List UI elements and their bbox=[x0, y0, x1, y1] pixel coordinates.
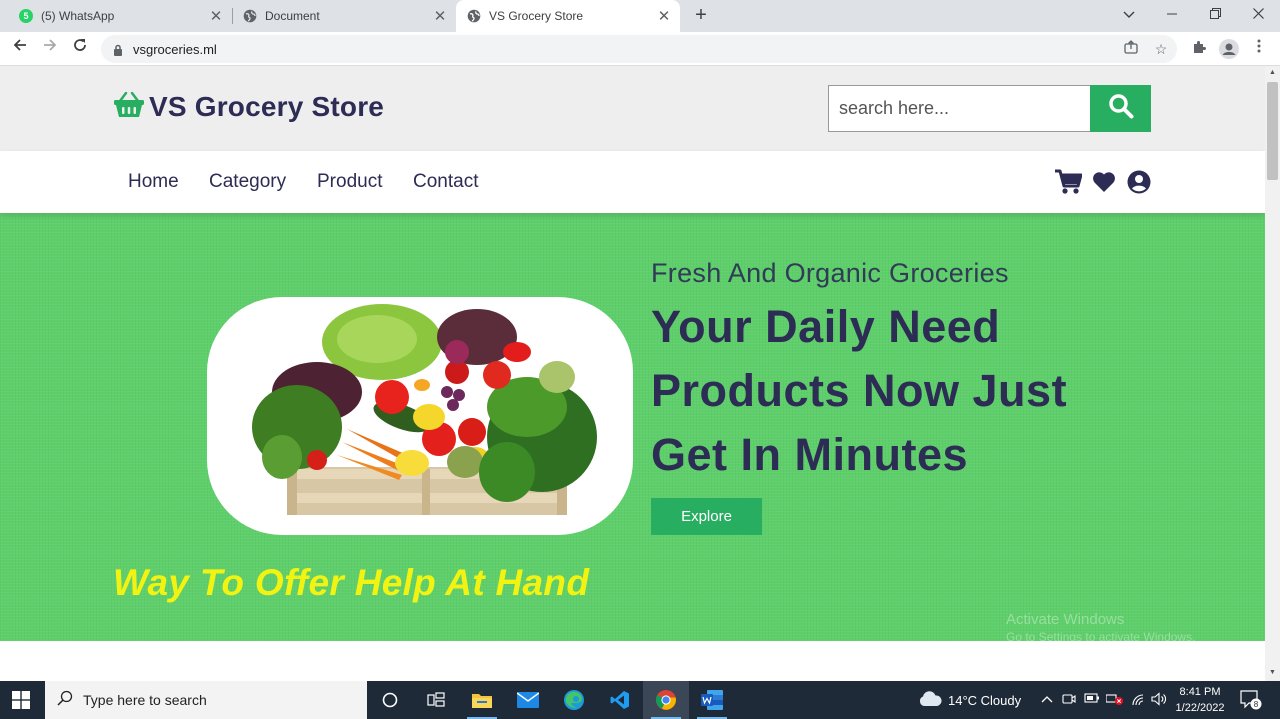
tab-title: (5) WhatsApp bbox=[41, 9, 115, 23]
browser-menu-icon[interactable] bbox=[1249, 39, 1269, 59]
vscode-icon[interactable] bbox=[597, 681, 643, 719]
shopping-cart-icon[interactable] bbox=[1054, 169, 1083, 200]
restore-button[interactable] bbox=[1193, 0, 1237, 28]
new-tab-button[interactable]: + bbox=[690, 4, 712, 28]
tab-vs-grocery-store[interactable]: VS Grocery Store ✕ bbox=[456, 0, 680, 32]
globe-icon bbox=[243, 9, 257, 23]
clock-date: 1/22/2022 bbox=[1175, 702, 1225, 714]
back-button[interactable] bbox=[8, 37, 32, 61]
taskbar-search-placeholder[interactable]: Type here to search bbox=[83, 692, 207, 708]
url-text[interactable]: vsgroceries.ml bbox=[133, 42, 217, 57]
close-window-button[interactable] bbox=[1236, 0, 1280, 28]
notification-center-icon[interactable]: 8 bbox=[1240, 690, 1262, 713]
watermark-title: Activate Windows bbox=[1006, 611, 1125, 628]
tab-title: VS Grocery Store bbox=[489, 9, 584, 23]
site-header-top: VS Grocery Store search here... bbox=[0, 66, 1265, 151]
hero-subtitle: Fresh And Organic Groceries bbox=[651, 258, 1009, 288]
search-icon bbox=[57, 690, 73, 711]
nav-product[interactable]: Product bbox=[317, 171, 382, 193]
taskbar-search-box[interactable]: Type here to search bbox=[45, 681, 367, 719]
profile-avatar-icon[interactable] bbox=[1219, 39, 1239, 59]
vegetables-crate-image bbox=[207, 297, 633, 535]
hero-heading-line-1: Your Daily Need bbox=[651, 301, 1001, 352]
weather-widget[interactable]: 14°C Cloudy bbox=[918, 691, 1021, 710]
show-hidden-icons-chevron-icon[interactable] bbox=[1041, 692, 1053, 706]
nav-home[interactable]: Home bbox=[128, 171, 179, 193]
task-view-icon[interactable] bbox=[413, 681, 459, 719]
hero-heading-line-2: Products Now Just bbox=[651, 365, 1068, 416]
bookmark-star-icon[interactable]: ☆ bbox=[1152, 40, 1170, 58]
address-bar[interactable]: vsgroceries.ml ☆ bbox=[101, 35, 1177, 63]
shopping-basket-icon bbox=[113, 91, 145, 123]
notification-count: 8 bbox=[1254, 700, 1259, 709]
hero-tagline: Way To Offer Help At Hand bbox=[113, 562, 590, 603]
volume-icon[interactable] bbox=[1151, 692, 1167, 709]
scroll-down-arrow-icon[interactable]: ▼ bbox=[1265, 666, 1280, 680]
explore-button[interactable]: Explore bbox=[651, 498, 762, 535]
forward-button[interactable] bbox=[38, 37, 62, 61]
search-icon bbox=[1108, 93, 1134, 124]
scroll-thumb[interactable] bbox=[1267, 82, 1278, 180]
search-button[interactable] bbox=[1090, 85, 1151, 132]
meet-now-icon[interactable] bbox=[1062, 692, 1076, 709]
tab-search-chevron-icon[interactable] bbox=[1107, 0, 1151, 28]
nav-category[interactable]: Category bbox=[209, 171, 286, 193]
hero-heading-line-3: Get In Minutes bbox=[651, 429, 969, 480]
clock-time: 8:41 PM bbox=[1179, 686, 1221, 698]
site-logo[interactable]: VS Grocery Store bbox=[113, 91, 384, 123]
weather-text: 14°C Cloudy bbox=[948, 693, 1022, 708]
activate-windows-watermark: Activate Windows Go to Settings to activ… bbox=[1006, 611, 1195, 644]
tab-whatsapp[interactable]: 5 (5) WhatsApp ✕ bbox=[0, 0, 232, 32]
windows-taskbar: Type here to search 14°C Cloudy 8:41 PM … bbox=[0, 681, 1280, 719]
user-circle-icon[interactable] bbox=[1127, 170, 1151, 199]
nav-contact[interactable]: Contact bbox=[413, 171, 478, 193]
close-icon[interactable]: ✕ bbox=[432, 7, 448, 25]
edge-browser-icon[interactable] bbox=[551, 681, 597, 719]
cortana-icon[interactable] bbox=[367, 681, 413, 719]
whatsapp-icon: 5 bbox=[19, 9, 33, 23]
battery-icon[interactable] bbox=[1084, 692, 1100, 707]
share-icon[interactable] bbox=[1122, 40, 1140, 58]
windows-start-icon[interactable] bbox=[12, 691, 30, 714]
browser-tab-bar: 5 (5) WhatsApp ✕ Document ✕ VS Grocery S… bbox=[0, 0, 1280, 32]
system-clock[interactable]: 8:41 PM 1/22/2022 bbox=[1168, 684, 1232, 716]
close-icon[interactable]: ✕ bbox=[208, 7, 224, 25]
minimize-button[interactable] bbox=[1150, 0, 1194, 28]
extensions-puzzle-icon[interactable] bbox=[1189, 39, 1209, 59]
page-scrollbar[interactable]: ▲ ▼ bbox=[1265, 66, 1280, 681]
wifi-icon[interactable] bbox=[1130, 692, 1146, 709]
tab-title: Document bbox=[265, 9, 320, 23]
scroll-up-arrow-icon[interactable]: ▲ bbox=[1265, 66, 1280, 80]
search-input[interactable]: search here... bbox=[828, 85, 1091, 132]
globe-icon bbox=[467, 9, 481, 23]
heart-icon[interactable] bbox=[1092, 171, 1116, 198]
close-icon[interactable]: ✕ bbox=[656, 7, 672, 25]
reload-button[interactable] bbox=[68, 37, 92, 61]
browser-toolbar: vsgroceries.ml ☆ bbox=[0, 32, 1280, 66]
web-page: VS Grocery Store search here... Home Cat… bbox=[0, 66, 1265, 681]
tab-document[interactable]: Document ✕ bbox=[224, 0, 456, 32]
word-icon[interactable] bbox=[689, 681, 735, 719]
cloud-icon bbox=[918, 691, 942, 710]
lock-icon[interactable] bbox=[113, 43, 123, 61]
network-disconnected-icon[interactable] bbox=[1105, 692, 1124, 709]
hero-section: Fresh And Organic Groceries Your Daily N… bbox=[0, 213, 1265, 644]
brand-name[interactable]: VS Grocery Store bbox=[149, 91, 384, 123]
file-explorer-icon[interactable] bbox=[459, 681, 505, 719]
mail-icon[interactable] bbox=[505, 681, 551, 719]
watermark-subtitle: Go to Settings to activate Windows. bbox=[1006, 630, 1196, 644]
site-navbar: Home Category Product Contact bbox=[0, 151, 1265, 213]
chrome-icon[interactable] bbox=[643, 681, 689, 719]
